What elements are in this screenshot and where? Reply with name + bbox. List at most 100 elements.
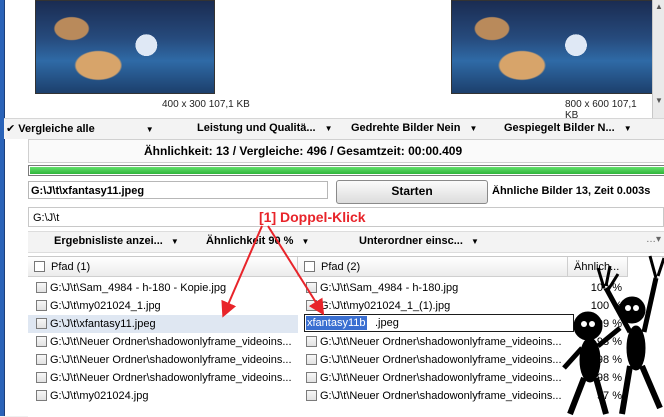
options-toolbar: ✔ Vergleiche alle ▼ Leistung und Qualitä… (4, 118, 664, 139)
dropdown-arrow-icon: ▼ (470, 237, 479, 246)
cell-similarity: 100 % (590, 300, 622, 312)
row-checkbox[interactable] (306, 354, 317, 365)
table-row[interactable]: G:\J\t\Sam_4984 - h-180 - Kopie.jpg G:\J\… (28, 279, 664, 297)
dropdown-arrow-icon: ▼ (301, 237, 310, 246)
table-row[interactable]: G:\J\t\my021024.jpg G:\J\t\Neuer Ordner\s… (28, 387, 664, 405)
similarity-stats-text: Ähnlichkeit: 13 / Vergleiche: 496 / Gesa… (144, 144, 463, 158)
column-header-similarity-label: Ähnlich... (574, 261, 620, 273)
cell-path2-text: G:\J\t\Sam_4984 - h-180.jpg (320, 282, 459, 294)
toolbar-overflow-icon[interactable]: …▾ (646, 234, 661, 245)
cell-path2[interactable]: G:\J\t\Neuer Ordner\shadowonlyframe_vide… (298, 369, 568, 387)
row-checkbox[interactable] (306, 336, 317, 347)
rotated-label: Gedrehte Bilder Nein (351, 122, 461, 134)
cell-path2[interactable]: G:\J\t\my021024_1_(1).jpg (298, 297, 568, 315)
left-image-caption: 400 x 300 107,1 KB (162, 99, 250, 110)
cell-path1-text: G:\J\t\my021024_1.jpg (50, 300, 161, 312)
table-row[interactable]: G:\J\t\Neuer Ordner\shadowonlyframe_vide… (28, 369, 664, 387)
selected-file-path[interactable]: G:\J\t\xfantasy11.jpeg (28, 181, 328, 199)
scroll-up-icon[interactable]: ▲ (655, 2, 663, 11)
cell-similarity: 98 % (596, 336, 622, 348)
table-row[interactable]: G:\J\t\xfantasy11.jpeg 99 % xfantasy11b .jp… (28, 314, 664, 333)
rename-edit-field[interactable]: xfantasy11b .jpeg (304, 314, 574, 332)
preview-scrollbar[interactable]: ▲ ▼ (652, 0, 664, 118)
dropdown-arrow-icon: ▼ (469, 124, 478, 133)
column-header-path1-label: Pfad (1) (51, 261, 91, 273)
progress-fill (30, 167, 664, 174)
left-image-preview[interactable] (35, 0, 215, 94)
row-checkbox[interactable] (306, 372, 317, 383)
cell-path1-text: G:\J\t\xfantasy11.jpeg (50, 318, 156, 330)
cell-path2[interactable]: G:\J\t\Sam_4984 - h-180.jpg (298, 279, 568, 297)
similarity-threshold-dropdown[interactable]: Ähnlichkeit 90 % ▼ (206, 235, 309, 247)
cell-path1-text: G:\J\t\my021024.jpg (50, 390, 149, 402)
cell-path2[interactable]: G:\J\t\Neuer Ordner\shadowonlyframe_vide… (298, 351, 568, 369)
left-image-pane: 400 x 300 107,1 KB (5, 0, 330, 118)
cell-path2-text: G:\J\t\my021024_1_(1).jpg (320, 300, 451, 312)
column-header-path2[interactable]: Pfad (2) (298, 257, 568, 277)
cell-path1[interactable]: G:\J\t\my021024_1.jpg (28, 297, 298, 315)
cell-similarity: 99 % (596, 318, 622, 330)
cell-path1-text: G:\J\t\Sam_4984 - h-180 - Kopie.jpg (50, 282, 227, 294)
cell-path1[interactable]: G:\J\t\my021024.jpg (28, 387, 298, 405)
row-checkbox[interactable] (306, 390, 317, 401)
check-icon: ✔ (6, 123, 16, 135)
select-all-checkbox-1[interactable] (34, 261, 45, 272)
subfolders-label: Unterordner einsc... (359, 235, 463, 247)
cell-path2-text: G:\J\t\Neuer Ordner\shadowonlyframe_vide… (320, 372, 562, 384)
annotation-label: [1] Doppel-Klick (256, 209, 369, 225)
rotated-images-dropdown[interactable]: Gedrehte Bilder Nein ▼ (351, 122, 477, 134)
cell-path1[interactable]: G:\J\t\Neuer Ordner\shadowonlyframe_vide… (28, 351, 298, 369)
table-row[interactable]: G:\J\t\Neuer Ordner\shadowonlyframe_vide… (28, 333, 664, 351)
rename-extension-text: .jpeg (375, 317, 399, 329)
dropdown-arrow-icon: ▼ (623, 124, 632, 133)
performance-quality-dropdown[interactable]: Leistung und Qualitä... ▼ (197, 122, 333, 134)
cell-similarity: 100 % (590, 282, 622, 294)
cell-path2-text: G:\J\t\Neuer Ordner\shadowonlyframe_vide… (320, 390, 562, 402)
results-table: Pfad (1) Pfad (2) Ähnlich... G:\J\t\Sam_… (28, 256, 664, 417)
subfolders-dropdown[interactable]: Unterordner einsc... ▼ (359, 235, 479, 247)
table-row[interactable]: G:\J\t\my021024_1.jpg G:\J\t\my021024_1_(… (28, 297, 664, 315)
row-checkbox[interactable] (36, 282, 47, 293)
cell-path2[interactable]: G:\J\t\Neuer Ordner\shadowonlyframe_vide… (298, 387, 568, 405)
mirrored-images-dropdown[interactable]: Gespiegelt Bilder N... ▼ (504, 122, 632, 134)
progress-bar (28, 165, 664, 176)
app-window: 400 x 300 107,1 KB 800 x 600 107,1 KB ▲ … (0, 0, 664, 417)
dropdown-arrow-icon: ▼ (324, 124, 333, 133)
dropdown-arrow-icon: ▼ (145, 125, 154, 134)
right-image-pane: 800 x 600 107,1 KB (331, 0, 653, 121)
table-row[interactable]: G:\J\t\Neuer Ordner\shadowonlyframe_vide… (28, 351, 664, 369)
mirrored-label: Gespiegelt Bilder N... (504, 122, 615, 134)
cell-path1[interactable]: G:\J\t\xfantasy11.jpeg (28, 315, 298, 333)
row-checkbox[interactable] (36, 354, 47, 365)
row-checkbox[interactable] (36, 336, 47, 347)
cell-similarity: 98 % (596, 372, 622, 384)
cell-path1-text: G:\J\t\Neuer Ordner\shadowonlyframe_vide… (50, 354, 292, 366)
column-header-similarity[interactable]: Ähnlich... (568, 257, 628, 277)
column-header-path2-label: Pfad (2) (321, 261, 361, 273)
row-checkbox[interactable] (306, 282, 317, 293)
column-header-path1[interactable]: Pfad (1) (28, 257, 298, 277)
cell-path1[interactable]: G:\J\t\Neuer Ordner\shadowonlyframe_vide… (28, 333, 298, 351)
cell-path1[interactable]: G:\J\t\Neuer Ordner\shadowonlyframe_vide… (28, 369, 298, 387)
select-all-checkbox-2[interactable] (304, 261, 315, 272)
rename-selected-text: xfantasy11b (306, 316, 367, 330)
cell-similarity: 97 % (596, 390, 622, 402)
results-list-dropdown[interactable]: Ergebnisliste anzei... ▼ (54, 235, 179, 247)
scroll-down-icon[interactable]: ▼ (655, 96, 663, 105)
row-checkbox[interactable] (36, 300, 47, 311)
cell-path1-text: G:\J\t\Neuer Ordner\shadowonlyframe_vide… (50, 372, 292, 384)
dropdown-arrow-icon: ▼ (170, 237, 179, 246)
row-checkbox[interactable] (36, 372, 47, 383)
start-button[interactable]: Starten (336, 180, 488, 204)
right-image-preview[interactable] (451, 0, 653, 94)
similar-images-info: Ähnliche Bilder 13, Zeit 0.003s (492, 185, 651, 197)
cell-path1[interactable]: G:\J\t\Sam_4984 - h-180 - Kopie.jpg (28, 279, 298, 297)
cell-path2[interactable]: G:\J\t\Neuer Ordner\shadowonlyframe_vide… (298, 333, 568, 351)
compare-all-option[interactable]: ✔ Vergleiche alle ▼ (6, 122, 154, 135)
row-checkbox[interactable] (306, 300, 317, 311)
results-list-label: Ergebnisliste anzei... (54, 235, 163, 247)
similarity-threshold-label: Ähnlichkeit 90 % (206, 235, 294, 247)
row-checkbox[interactable] (36, 318, 47, 329)
row-checkbox[interactable] (36, 390, 47, 401)
compare-all-label: Vergleiche alle (18, 123, 95, 135)
